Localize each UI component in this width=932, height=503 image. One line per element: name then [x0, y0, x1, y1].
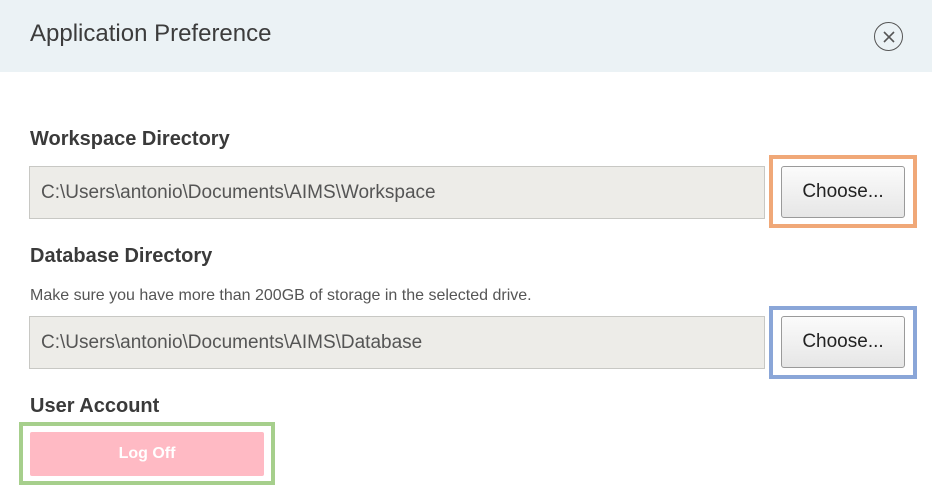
dialog-header: Application Preference	[0, 0, 932, 72]
workspace-choose-button[interactable]: Choose...	[781, 166, 905, 218]
database-choose-button[interactable]: Choose...	[781, 316, 905, 368]
close-button[interactable]	[874, 22, 903, 51]
workspace-path-field[interactable]: C:\Users\antonio\Documents\AIMS\Workspac…	[29, 166, 765, 219]
database-storage-hint: Make sure you have more than 200GB of st…	[30, 287, 532, 304]
dialog-title: Application Preference	[30, 20, 272, 47]
log-off-button[interactable]: Log Off	[30, 432, 264, 476]
user-account-label: User Account	[30, 395, 160, 417]
workspace-directory-label: Workspace Directory	[30, 128, 230, 150]
database-directory-label: Database Directory	[30, 245, 213, 267]
database-path-field[interactable]: C:\Users\antonio\Documents\AIMS\Database	[29, 316, 765, 369]
close-icon	[882, 30, 895, 43]
application-preference-dialog: Application Preference Workspace Directo…	[0, 0, 932, 503]
